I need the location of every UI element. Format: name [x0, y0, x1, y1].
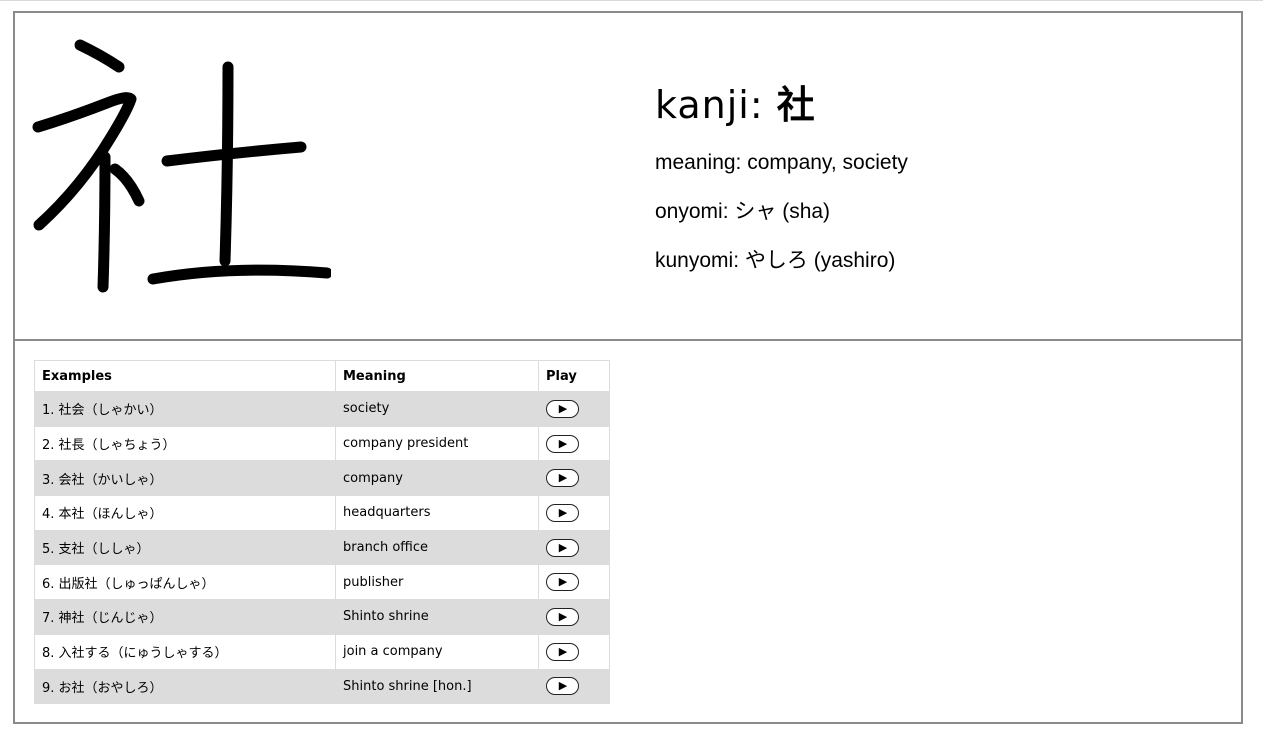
table-row: 1. 社会（しゃかい） society ▶ [34, 391, 610, 427]
kanji-card: kanji: 社 meaning: company, society onyom… [13, 11, 1243, 724]
header-meaning: Meaning [335, 360, 539, 392]
meaning-cell: headquarters [335, 495, 539, 531]
meaning-line: meaning: company, society [655, 151, 908, 174]
example-cell: 5. 支社（ししゃ） [34, 529, 336, 566]
table-header-row: Examples Meaning Play [34, 360, 610, 392]
table-row: 5. 支社（ししゃ） branch office ▶ [34, 529, 610, 566]
kanji-title-prefix: kanji: [655, 83, 777, 127]
kanji-character: 社 [776, 83, 816, 127]
meaning-cell: join a company [335, 633, 539, 670]
kanji-header-section: kanji: 社 meaning: company, society onyom… [15, 13, 1241, 341]
meaning-cell: Shinto shrine [hon.] [335, 668, 539, 705]
play-cell: ▶ [538, 460, 610, 497]
meaning-cell: society [335, 391, 539, 427]
meaning-cell: Shinto shrine [335, 599, 539, 635]
play-button[interactable]: ▶ [546, 399, 579, 418]
play-cell: ▶ [538, 668, 610, 705]
onyomi-line: onyomi: シャ (sha) [655, 200, 831, 223]
table-row: 4. 本社（ほんしゃ） headquarters ▶ [34, 495, 610, 531]
example-cell: 9. お社（おやしろ） [34, 668, 336, 705]
play-icon: ▶ [558, 575, 568, 589]
play-cell: ▶ [538, 495, 610, 531]
example-cell: 3. 会社（かいしゃ） [34, 460, 336, 497]
meaning-cell: publisher [335, 564, 539, 601]
play-icon: ▶ [558, 609, 568, 623]
play-icon: ▶ [558, 644, 568, 658]
example-cell: 8. 入社する（にゅうしゃする） [34, 633, 336, 670]
table-row: 6. 出版社（しゅっぱんしゃ） publisher ▶ [34, 564, 610, 601]
example-cell: 6. 出版社（しゅっぱんしゃ） [34, 564, 336, 601]
play-button[interactable]: ▶ [546, 503, 579, 522]
play-button[interactable]: ▶ [546, 538, 579, 557]
play-icon: ▶ [558, 436, 568, 450]
play-icon: ▶ [558, 401, 568, 415]
header-examples: Examples [34, 360, 336, 392]
kanji-stroke-drawing [32, 39, 331, 293]
play-cell: ▶ [538, 564, 610, 601]
table-row: 3. 会社（かいしゃ） company ▶ [34, 460, 610, 497]
play-icon: ▶ [558, 679, 568, 693]
play-button[interactable]: ▶ [546, 434, 579, 453]
header-play: Play [538, 360, 610, 392]
example-cell: 7. 神社（じんじゃ） [34, 599, 336, 635]
play-button[interactable]: ▶ [546, 469, 579, 488]
example-cell: 1. 社会（しゃかい） [34, 391, 336, 427]
play-icon: ▶ [558, 540, 568, 554]
play-button[interactable]: ▶ [546, 677, 579, 696]
kunyomi-line: kunyomi: やしろ (yashiro) [655, 249, 896, 272]
play-button[interactable]: ▶ [546, 573, 579, 592]
play-cell: ▶ [538, 599, 610, 635]
table-row: 9. お社（おやしろ） Shinto shrine [hon.] ▶ [34, 668, 610, 705]
meaning-cell: company president [335, 425, 539, 462]
example-cell: 4. 本社（ほんしゃ） [34, 495, 336, 531]
play-icon: ▶ [558, 471, 568, 485]
play-cell: ▶ [538, 529, 610, 566]
examples-table: Examples Meaning Play 1. 社会（しゃかい） societ… [34, 360, 610, 705]
play-cell: ▶ [538, 425, 610, 462]
table-row: 8. 入社する（にゅうしゃする） join a company ▶ [34, 633, 610, 670]
play-cell: ▶ [538, 391, 610, 427]
meaning-cell: company [335, 460, 539, 497]
table-row: 2. 社長（しゃちょう） company president ▶ [34, 425, 610, 462]
kanji-info: kanji: 社 meaning: company, society onyom… [655, 79, 1215, 296]
kanji-title: kanji: 社 [655, 79, 1215, 131]
play-cell: ▶ [538, 633, 610, 670]
top-divider [0, 0, 1263, 1]
play-button[interactable]: ▶ [546, 642, 579, 661]
play-icon: ▶ [558, 505, 568, 519]
play-button[interactable]: ▶ [546, 607, 579, 626]
example-cell: 2. 社長（しゃちょう） [34, 425, 336, 462]
meaning-cell: branch office [335, 529, 539, 566]
table-row: 7. 神社（じんじゃ） Shinto shrine ▶ [34, 599, 610, 635]
